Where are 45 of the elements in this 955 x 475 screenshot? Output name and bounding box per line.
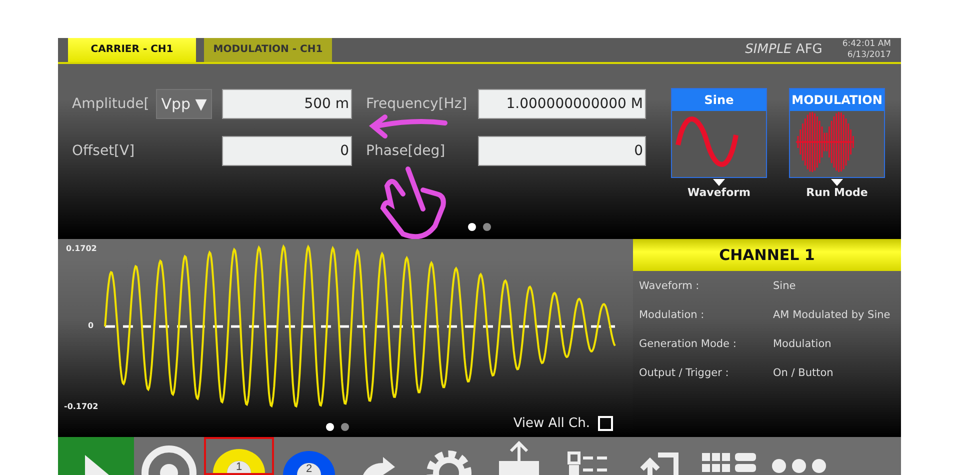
clock-date: 6/13/2017 (847, 50, 891, 61)
info-key: Waveform : (639, 278, 773, 294)
input-field[interactable]: 0 (222, 136, 352, 166)
channel-button[interactable]: 1 (204, 437, 274, 475)
info-key: Modulation : (639, 308, 773, 322)
mode-tile[interactable]: Sine (671, 88, 767, 178)
channel-button[interactable]: 2 (274, 437, 344, 475)
tile-caption: Waveform (687, 186, 751, 199)
field-label: Phase[deg] (365, 142, 446, 159)
info-value: AM Modulated by Sine (773, 308, 892, 322)
info-value: Modulation (773, 336, 832, 352)
field-label: Frequency[Hz] (365, 96, 468, 112)
page-dot[interactable] (483, 222, 491, 230)
input-field[interactable]: 1.000000000000 M (478, 88, 646, 119)
checkbox[interactable] (598, 416, 613, 431)
input-field[interactable]: 500 m (222, 88, 352, 119)
info-key: Generation Mode : (639, 336, 773, 352)
channel-number: 1 (236, 461, 242, 473)
tab[interactable]: CARRIER - CH1 (68, 38, 196, 62)
record-icon (141, 443, 197, 475)
axis-label: 0 (88, 320, 94, 330)
checkbox-label: View All Ch. (513, 416, 590, 431)
tab[interactable]: MODULATION - CH1 (204, 38, 332, 62)
page-dot[interactable] (468, 222, 476, 230)
channel-number: 2 (306, 463, 312, 475)
channel-header: CHANNEL 1 (633, 238, 901, 270)
page-dot[interactable] (341, 423, 349, 431)
info-value: On / Button (773, 366, 834, 380)
clock-time: 6:42:01 AM (842, 38, 891, 50)
app-title: SIMPLE AFG (745, 42, 822, 58)
more-icon (771, 459, 827, 473)
info-value: Sine (773, 278, 797, 294)
field-label: Amplitude[ (72, 96, 150, 112)
axis-label: -0.1702 (64, 402, 98, 410)
axis-label: 0.1702 (66, 244, 97, 252)
upload-icon (497, 441, 541, 475)
grid-icon (700, 451, 758, 475)
mode-tile[interactable]: MODULATION (789, 88, 885, 178)
field-label: Offset[V] (72, 142, 136, 159)
info-key: Output / Trigger : (639, 366, 773, 380)
unit-dropdown[interactable]: Vpp ▼ (156, 88, 212, 119)
page-dot[interactable] (326, 423, 334, 431)
input-field[interactable]: 0 (478, 136, 646, 166)
tile-caption: Run Mode (806, 186, 868, 199)
toolbar-button[interactable] (58, 437, 134, 475)
